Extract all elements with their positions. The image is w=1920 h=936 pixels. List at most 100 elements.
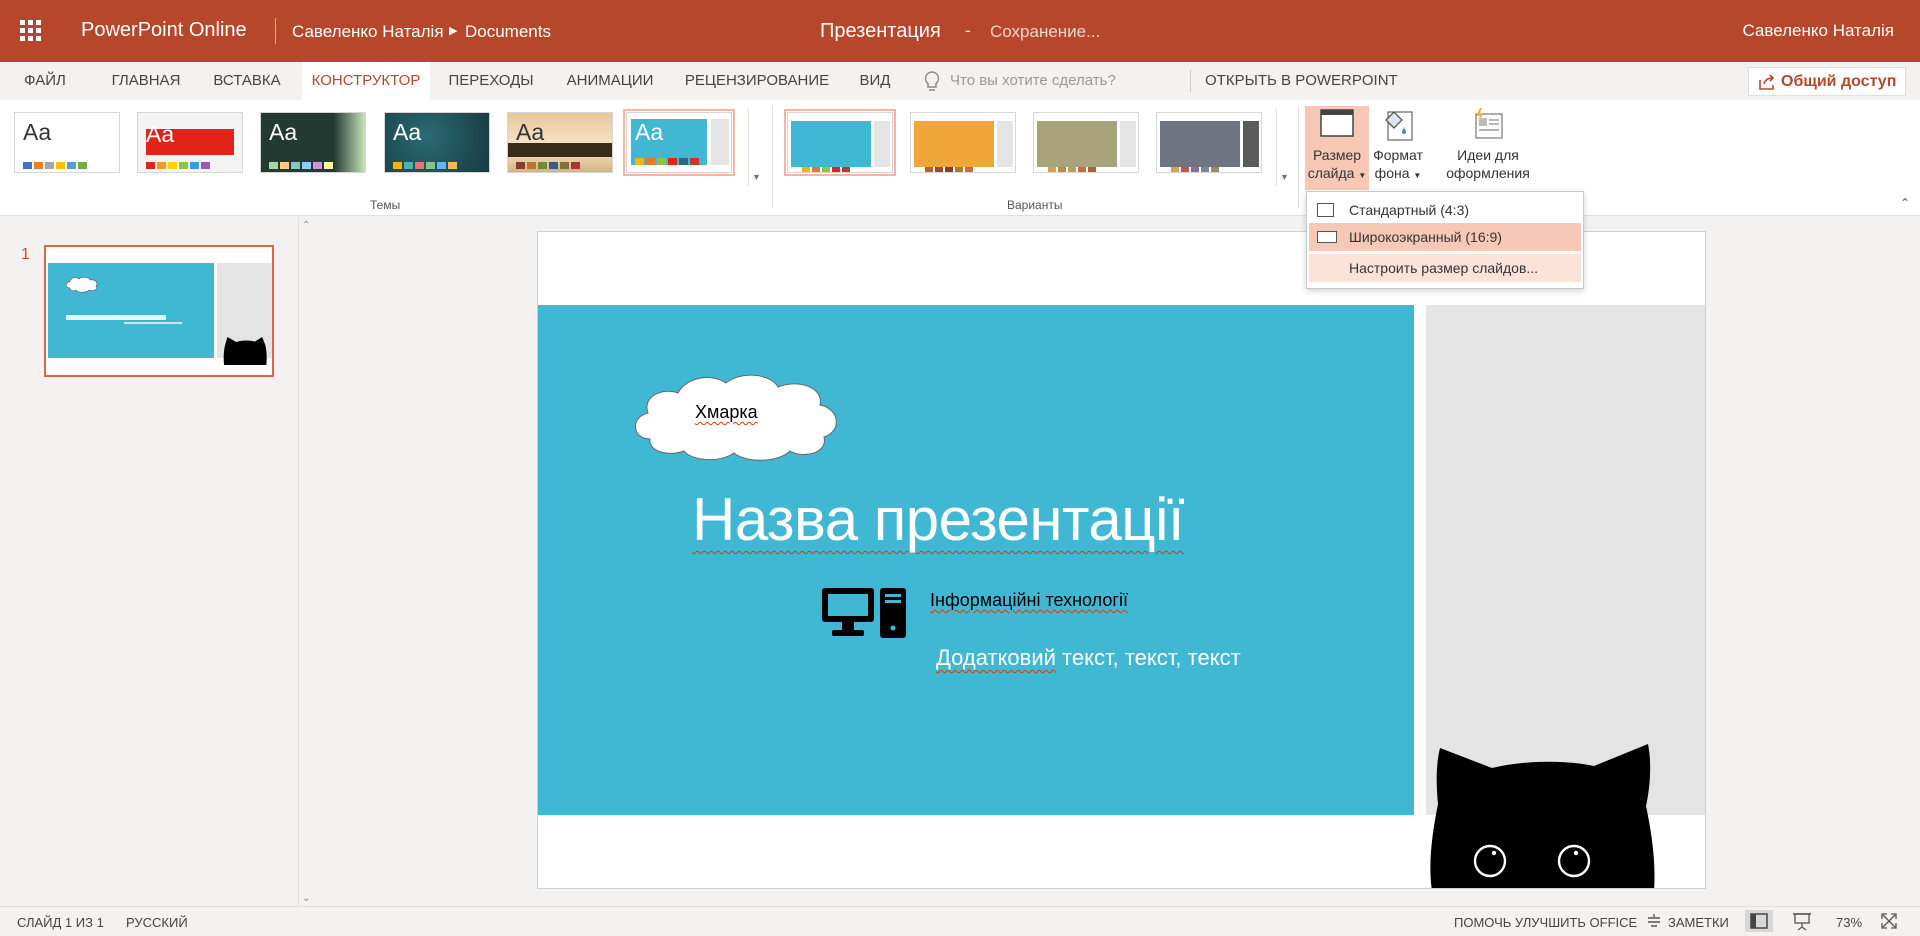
extra-text-rest: текст, текст, текст <box>1055 645 1241 670</box>
theme-office[interactable]: Aa <box>14 112 120 173</box>
design-ideas-button[interactable]: Идеи для оформления <box>1438 106 1538 190</box>
fit-to-window-icon[interactable] <box>1880 912 1898 930</box>
variant-olive[interactable] <box>1033 112 1139 173</box>
tab-animations[interactable]: АНИМАЦИИ <box>557 62 663 100</box>
theme-colors <box>635 152 701 165</box>
background-format-button[interactable]: Формат фона ▼ <box>1369 106 1427 190</box>
slide-number: 1 <box>21 246 30 263</box>
user-account[interactable]: Савеленко Наталія <box>1742 21 1894 41</box>
slide-title[interactable]: Назва презентації <box>692 485 1185 554</box>
open-in-powerpoint-button[interactable]: ОТКРЫТЬ В POWERPOINT <box>1205 62 1398 100</box>
zoom-level[interactable]: 73% <box>1836 915 1862 930</box>
share-button[interactable]: Общий доступ <box>1748 67 1906 96</box>
tab-view[interactable]: ВИД <box>855 62 895 100</box>
computer-icon[interactable] <box>820 586 908 640</box>
language-indicator[interactable]: РУССКИЙ <box>126 915 188 930</box>
variant-colors <box>925 159 975 172</box>
chevron-down-icon: ▼ <box>1280 172 1289 182</box>
document-title[interactable]: Презентация <box>820 20 941 43</box>
variant-grey[interactable] <box>1156 112 1262 173</box>
variant-side-area <box>874 121 890 167</box>
slide-subtitle[interactable]: Інформаційні технології <box>930 590 1128 611</box>
tab-review[interactable]: РЕЦЕНЗИРОВАНИЕ <box>682 62 832 100</box>
background-format-label-1: Формат <box>1373 147 1423 163</box>
themes-more-button[interactable]: ▼ <box>748 108 762 186</box>
theme-wood[interactable]: Aa <box>507 112 613 173</box>
theme-preview-text: Aa <box>269 119 298 145</box>
tabs-separator <box>1190 70 1191 92</box>
title-bar: PowerPoint Online Савеленко Наталія ▶ Do… <box>0 0 1920 62</box>
variant-side-area <box>997 121 1013 167</box>
tell-me-input[interactable]: Что вы хотите сделать? <box>950 62 1116 100</box>
status-bar: СЛАЙД 1 ИЗ 1 РУССКИЙ ПОМОЧЬ УЛУЧШИТЬ OFF… <box>0 906 1920 936</box>
tab-design[interactable]: КОНСТРУКТОР <box>302 62 430 100</box>
cloud-text[interactable]: Хмарка <box>695 402 758 423</box>
ribbon-tabs: ФАЙЛ ГЛАВНАЯ ВСТАВКА КОНСТРУКТОР ПЕРЕХОД… <box>0 62 1920 100</box>
theme-facet-selected[interactable]: Aa <box>623 109 735 176</box>
tab-home[interactable]: ГЛАВНАЯ <box>102 62 190 100</box>
slide-extra-text[interactable]: Додатковий текст, текст, текст <box>936 645 1241 671</box>
design-ideas-label-2: оформления <box>1446 165 1530 181</box>
notes-button[interactable]: ЗАМЕТКИ <box>1668 915 1729 930</box>
widescreen-ratio-icon <box>1317 231 1337 243</box>
slide-size-icon <box>1320 109 1354 137</box>
variant-orange[interactable] <box>910 112 1016 173</box>
editor-scrollbar[interactable] <box>316 891 1920 906</box>
menu-item-custom-size[interactable]: Настроить размер слайдов... <box>1309 254 1581 282</box>
slide-thumbnail[interactable] <box>44 245 274 377</box>
title-dash: - <box>965 21 971 40</box>
variants-group-label: Варианты <box>1007 198 1063 212</box>
theme-red[interactable]: Aa <box>137 112 243 173</box>
tab-transitions[interactable]: ПЕРЕХОДЫ <box>445 62 537 100</box>
theme-colors <box>146 156 212 169</box>
menu-item-label: Стандартный (4:3) <box>1349 202 1470 218</box>
help-improve-office-link[interactable]: ПОМОЧЬ УЛУЧШИТЬ OFFICE <box>1454 915 1637 930</box>
design-ideas-label-1: Идеи для <box>1457 147 1519 163</box>
menu-item-label: Широкоэкранный (16:9) <box>1349 229 1502 245</box>
variant-blue[interactable] <box>784 109 896 176</box>
slide-size-button[interactable]: Размер слайда ▼ <box>1305 106 1369 190</box>
cat-image[interactable] <box>1426 744 1658 889</box>
thumbnail-scrollbar[interactable]: ⌃ ⌄ <box>298 217 315 906</box>
theme-preview-text: Aa <box>23 119 52 145</box>
slide-size-label-1: Размер <box>1312 147 1362 163</box>
menu-item-widescreen[interactable]: Широкоэкранный (16:9) <box>1309 223 1581 251</box>
title-separator <box>275 18 276 44</box>
chevron-down-icon: ▼ <box>752 172 761 182</box>
breadcrumb-arrow-icon: ▶ <box>449 25 458 37</box>
theme-colors <box>269 156 335 169</box>
background-format-label-2: фона ▼ <box>1374 165 1422 181</box>
collapse-ribbon-icon[interactable]: ⌃ <box>1900 196 1910 210</box>
theme-teal[interactable]: Aa <box>384 112 490 173</box>
scroll-up-icon[interactable]: ⌃ <box>302 220 310 231</box>
slide-side-area <box>1426 305 1705 815</box>
theme-preview-text: Aa <box>516 119 545 145</box>
group-separator <box>1298 106 1299 208</box>
variant-side-area <box>1243 121 1259 167</box>
dropdown-arrow-icon: ▼ <box>1413 171 1422 180</box>
app-launcher-icon[interactable] <box>20 20 42 42</box>
normal-view-icon <box>1750 913 1768 929</box>
ribbon: Aa Aa Aa Aa Aa Aa ▼ Темы ▼ Варианты Разм… <box>0 100 1920 216</box>
slide-editor: Хмарка Назва презентації Інформаційні те… <box>316 217 1920 906</box>
app-name[interactable]: PowerPoint Online <box>81 19 247 42</box>
slideshow-icon[interactable] <box>1791 911 1813 931</box>
save-status: Сохранение... <box>990 22 1101 41</box>
variant-colors <box>1048 159 1098 172</box>
breadcrumb-folder[interactable]: Documents <box>465 22 551 42</box>
slide-size-menu: Стандартный (4:3) Широкоэкранный (16:9) … <box>1306 191 1584 289</box>
tab-file[interactable]: ФАЙЛ <box>14 62 76 100</box>
tab-insert[interactable]: ВСТАВКА <box>208 62 286 100</box>
variant-side-area <box>1120 121 1136 167</box>
slide-canvas[interactable]: Хмарка Назва презентації Інформаційні те… <box>537 231 1706 889</box>
scroll-down-icon[interactable]: ⌄ <box>302 893 310 904</box>
share-icon <box>1759 74 1775 90</box>
thumb-title-lines <box>66 315 182 324</box>
variant-colors <box>1171 159 1221 172</box>
variants-more-button[interactable]: ▼ <box>1276 108 1290 186</box>
extra-text-word: Додатковий <box>936 645 1056 670</box>
breadcrumb-user[interactable]: Савеленко Наталія <box>292 22 444 42</box>
menu-item-standard[interactable]: Стандартный (4:3) <box>1309 196 1581 224</box>
normal-view-button[interactable] <box>1745 910 1773 932</box>
theme-dark-green[interactable]: Aa <box>260 112 366 173</box>
